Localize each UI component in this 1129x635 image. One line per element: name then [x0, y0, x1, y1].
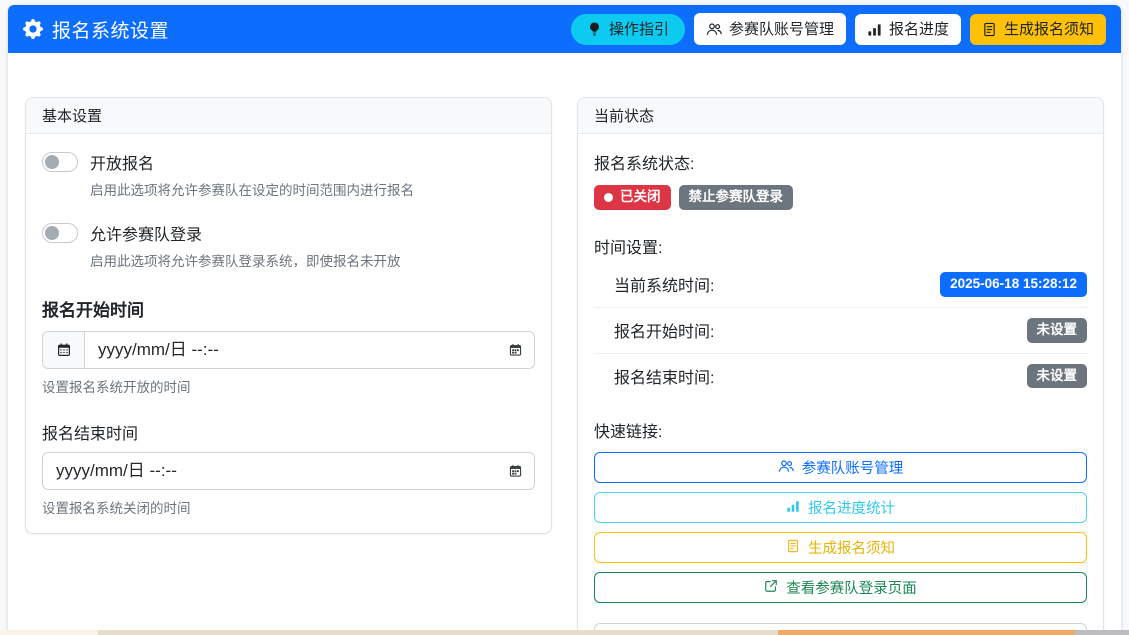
quick-links-label: 快速链接:	[594, 418, 1087, 442]
bar-chart-icon	[867, 22, 882, 37]
external-link-icon	[764, 579, 778, 597]
quick-link-progress-stats-label: 报名进度统计	[808, 497, 895, 518]
team-accounts-button[interactable]: 参赛队账号管理	[694, 13, 846, 45]
quick-link-generate-notice-label: 生成报名须知	[808, 537, 895, 558]
quick-link-progress-stats[interactable]: 报名进度统计	[594, 492, 1087, 523]
system-status-label: 报名系统状态:	[594, 150, 1087, 174]
quick-link-view-login-page[interactable]: 查看参赛队登录页面	[594, 572, 1087, 603]
cutoff-segment-2	[98, 630, 778, 635]
status-closed-label: 已关闭	[620, 190, 661, 205]
cutoff-segment-3	[778, 630, 1075, 635]
open-registration-description: 启用此选项将允许参赛队在设定的时间范围内进行报名	[90, 179, 535, 199]
start-time-help: 设置报名系统开放的时间	[42, 376, 535, 396]
app-header: 报名系统设置 操作指引 参赛队账号管理 报名进度	[8, 5, 1121, 53]
progress-button[interactable]: 报名进度	[855, 14, 961, 45]
start-time-heading: 报名开始时间	[42, 296, 535, 321]
end-time-status-row: 报名结束时间: 未设置	[594, 354, 1087, 399]
generate-notice-button[interactable]: 生成报名须知	[970, 14, 1106, 45]
app-container: 报名系统设置 操作指引 参赛队账号管理 报名进度	[8, 5, 1121, 635]
open-registration-row: 开放报名	[42, 150, 535, 174]
quick-link-team-accounts-label: 参赛队账号管理	[802, 457, 904, 478]
time-settings-label: 时间设置:	[594, 234, 1087, 258]
basic-settings-card-header: 基本设置	[26, 98, 551, 134]
basic-settings-card: 基本设置 开放报名 启用此选项将允许参赛队在设定的时间范围内进行报名 允许参赛队…	[25, 97, 552, 534]
status-closed-badge: 已关闭	[594, 185, 671, 210]
start-time-status-badge: 未设置	[1027, 318, 1088, 343]
current-system-time-label: 当前系统时间:	[614, 272, 714, 296]
cutoff-next-section	[0, 630, 1129, 635]
open-registration-toggle[interactable]	[42, 152, 78, 172]
current-system-time-row: 当前系统时间: 2025-06-18 15:28:12	[594, 262, 1087, 308]
page-title: 报名系统设置	[52, 16, 169, 43]
allow-login-label: 允许参赛队登录	[90, 221, 202, 245]
start-time-status-label: 报名开始时间:	[614, 318, 714, 342]
calendar-addon-icon	[43, 332, 85, 368]
end-time-status-label: 报名结束时间:	[614, 364, 714, 388]
basic-settings-card-body: 开放报名 启用此选项将允许参赛队在设定的时间范围内进行报名 允许参赛队登录 启用…	[26, 134, 551, 533]
start-time-status-row: 报名开始时间: 未设置	[594, 308, 1087, 354]
quick-links: 参赛队账号管理 报名进度统计 生成报名须知	[594, 452, 1087, 603]
generate-notice-button-label: 生成报名须知	[1004, 22, 1094, 37]
status-login-forbidden-badge: 禁止参赛队登录	[679, 185, 794, 210]
file-text-icon	[982, 22, 997, 37]
end-time-input[interactable]	[43, 453, 534, 489]
header-actions: 操作指引 参赛队账号管理 报名进度 生成报名须知	[571, 13, 1106, 45]
end-time-field-wrap	[42, 452, 535, 490]
end-time-status-badge: 未设置	[1027, 364, 1088, 389]
current-status-card: 当前状态 报名系统状态: 已关闭 禁止参赛队登录 时间设置: 当前系统时间: 2…	[577, 97, 1104, 635]
open-registration-group: 开放报名 启用此选项将允许参赛队在设定的时间范围内进行报名	[42, 150, 535, 199]
end-time-help: 设置报名系统关闭的时间	[42, 497, 535, 517]
status-badges: 已关闭 禁止参赛队登录	[594, 185, 1087, 210]
lightbulb-icon	[587, 22, 602, 37]
status-dot-icon	[604, 193, 613, 202]
guide-button-label: 操作指引	[609, 22, 669, 37]
allow-login-toggle[interactable]	[42, 223, 78, 243]
cutoff-segment-1	[0, 630, 98, 635]
main-content: 基本设置 开放报名 启用此选项将允许参赛队在设定的时间范围内进行报名 允许参赛队…	[8, 53, 1121, 635]
people-icon	[706, 21, 722, 37]
team-accounts-button-label: 参赛队账号管理	[729, 22, 834, 37]
time-settings-list: 当前系统时间: 2025-06-18 15:28:12 报名开始时间: 未设置 …	[594, 262, 1087, 399]
guide-button[interactable]: 操作指引	[571, 14, 685, 45]
start-time-input[interactable]	[85, 332, 534, 368]
quick-link-generate-notice[interactable]: 生成报名须知	[594, 532, 1087, 563]
quick-link-team-accounts[interactable]: 参赛队账号管理	[594, 452, 1087, 483]
bar-chart-icon	[786, 499, 800, 517]
allow-login-group: 允许参赛队登录 启用此选项将允许参赛队登录系统，即使报名未开放	[42, 221, 535, 270]
start-time-input-group	[42, 331, 535, 369]
page-title-group: 报名系统设置	[23, 16, 169, 43]
basic-settings-title: 基本设置	[42, 108, 102, 125]
start-time-picker-icon[interactable]	[508, 343, 523, 358]
end-time-label: 报名结束时间	[42, 420, 535, 444]
allow-login-description: 启用此选项将允许参赛队登录系统，即使报名未开放	[90, 250, 535, 270]
current-system-time-badge: 2025-06-18 15:28:12	[940, 272, 1087, 297]
people-icon	[778, 458, 794, 478]
current-status-card-body: 报名系统状态: 已关闭 禁止参赛队登录 时间设置: 当前系统时间: 2025-0…	[578, 134, 1103, 635]
end-time-picker-icon[interactable]	[508, 464, 523, 479]
current-status-title: 当前状态	[594, 108, 654, 125]
current-status-card-header: 当前状态	[578, 98, 1103, 134]
cutoff-segment-4	[1075, 630, 1129, 635]
open-registration-label: 开放报名	[90, 150, 154, 174]
start-time-field-wrap	[85, 332, 534, 368]
allow-login-row: 允许参赛队登录	[42, 221, 535, 245]
file-text-icon	[786, 539, 800, 557]
gear-icon	[23, 19, 43, 39]
quick-link-view-login-page-label: 查看参赛队登录页面	[786, 577, 917, 598]
progress-button-label: 报名进度	[889, 22, 949, 37]
